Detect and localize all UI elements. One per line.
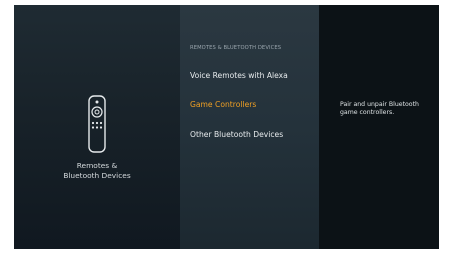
menu-pane: REMOTES & BLUETOOTH DEVICES Voice Remote… — [180, 5, 319, 249]
category-title-line2: Bluetooth Devices — [63, 171, 131, 180]
menu-item-game-controllers[interactable]: Game Controllers — [190, 100, 256, 109]
menu-item-other-bluetooth-devices[interactable]: Other Bluetooth Devices — [190, 130, 283, 139]
category-title-line1: Remotes & — [76, 161, 118, 170]
remote-icon — [88, 95, 106, 153]
menu-section-header: REMOTES & BLUETOOTH DEVICES — [190, 45, 282, 51]
category-pane: Remotes & Bluetooth Devices — [14, 5, 180, 249]
detail-pane: Pair and unpair Bluetooth game controlle… — [319, 5, 439, 249]
category-title: Remotes & Bluetooth Devices — [14, 161, 180, 181]
screenshot-frame: Remotes & Bluetooth Devices REMOTES & BL… — [0, 0, 452, 254]
menu-item-voice-remotes[interactable]: Voice Remotes with Alexa — [190, 71, 288, 80]
item-description: Pair and unpair Bluetooth game controlle… — [340, 101, 419, 117]
tv-screen: Remotes & Bluetooth Devices REMOTES & BL… — [14, 5, 439, 249]
